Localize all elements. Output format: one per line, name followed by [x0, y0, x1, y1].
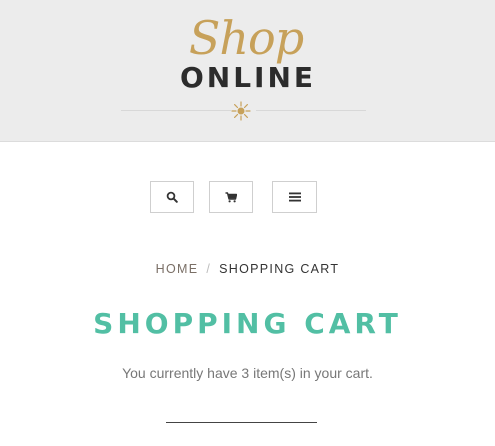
cart-status-message: You currently have 3 item(s) in your car… [122, 365, 373, 381]
breadcrumb-separator: / [206, 262, 212, 276]
search-icon [166, 191, 178, 203]
logo-main-text: ONLINE [179, 61, 317, 94]
header-divider-left [121, 110, 231, 111]
cart-button[interactable] [209, 181, 253, 213]
logo-script-text: Shop [188, 11, 304, 65]
breadcrumb: HOME / SHOPPING CART [0, 262, 495, 276]
header-divider-right [256, 110, 366, 111]
page-title: SHOPPING CART [93, 307, 402, 340]
cart-icon [225, 191, 237, 202]
sun-ornament-icon [231, 101, 251, 121]
breadcrumb-home-link[interactable]: HOME [156, 262, 199, 276]
toolbar [0, 181, 495, 213]
search-button[interactable] [150, 181, 194, 213]
hamburger-menu-icon [288, 192, 301, 202]
site-header: Shop ONLINE [0, 0, 495, 142]
menu-button[interactable] [272, 181, 317, 213]
site-logo[interactable]: Shop ONLINE [162, 10, 334, 98]
section-divider [166, 422, 317, 423]
breadcrumb-current: SHOPPING CART [219, 262, 340, 276]
